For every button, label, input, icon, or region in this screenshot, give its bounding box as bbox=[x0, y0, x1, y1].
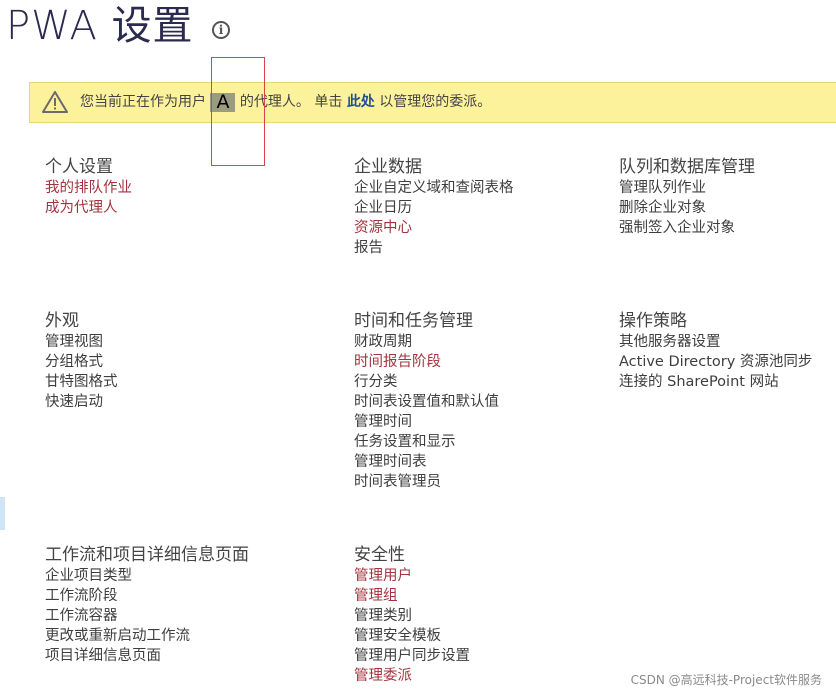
link-timesheet-managers[interactable]: 时间表管理员 bbox=[354, 472, 499, 492]
link-enterprise-custom-fields[interactable]: 企业自定义域和查阅表格 bbox=[354, 178, 514, 198]
link-administrative-time[interactable]: 管理时间 bbox=[354, 412, 499, 432]
info-icon[interactable]: i bbox=[212, 21, 230, 39]
link-manage-groups[interactable]: 管理组 bbox=[354, 586, 470, 606]
banner-text-after-link: 以管理您的委派。 bbox=[379, 94, 492, 110]
section-enterprise-data: 企业数据 企业自定义域和查阅表格 企业日历 资源中心 报告 bbox=[354, 156, 514, 258]
link-enterprise-project-types[interactable]: 企业项目类型 bbox=[45, 566, 249, 586]
link-reports[interactable]: 报告 bbox=[354, 238, 514, 258]
link-fiscal-periods[interactable]: 财政周期 bbox=[354, 332, 499, 352]
delegate-banner: 您当前正在作为用户 A 的代理人。 单击 此处 以管理您的委派。 bbox=[29, 82, 836, 123]
link-timesheet-settings[interactable]: 时间表设置值和默认值 bbox=[354, 392, 499, 412]
section-workflow: 工作流和项目详细信息页面 企业项目类型 工作流阶段 工作流容器 更改或重新启动工… bbox=[45, 544, 249, 666]
link-manage-categories[interactable]: 管理类别 bbox=[354, 606, 470, 626]
section-time-task: 时间和任务管理 财政周期 时间报告阶段 行分类 时间表设置值和默认值 管理时间 … bbox=[354, 310, 499, 492]
highlight-box bbox=[211, 57, 265, 166]
link-project-detail-pages[interactable]: 项目详细信息页面 bbox=[45, 646, 249, 666]
link-user-sync-settings[interactable]: 管理用户同步设置 bbox=[354, 646, 470, 666]
section-personal-settings: 个人设置 我的排队作业 成为代理人 bbox=[45, 156, 132, 218]
link-quick-launch[interactable]: 快速启动 bbox=[45, 392, 118, 412]
link-gantt-formats[interactable]: 甘特图格式 bbox=[45, 372, 118, 392]
section-title: 队列和数据库管理 bbox=[619, 157, 755, 177]
manage-delegation-link[interactable]: 此处 bbox=[347, 94, 375, 110]
link-enterprise-calendar[interactable]: 企业日历 bbox=[354, 198, 514, 218]
section-title: 企业数据 bbox=[354, 157, 422, 177]
link-manage-queue-jobs[interactable]: 管理队列作业 bbox=[619, 178, 755, 198]
link-manage-delegates[interactable]: 管理委派 bbox=[354, 666, 470, 686]
link-force-checkin[interactable]: 强制签入企业对象 bbox=[619, 218, 755, 238]
section-title: 时间和任务管理 bbox=[354, 311, 473, 331]
banner-text-before: 您当前正在作为用户 bbox=[80, 94, 206, 110]
scroll-indicator bbox=[0, 497, 5, 530]
page-title: PWA 设置 bbox=[6, 3, 194, 49]
link-additional-server-settings[interactable]: 其他服务器设置 bbox=[619, 332, 812, 352]
section-title: 安全性 bbox=[354, 545, 405, 565]
section-queue-database: 队列和数据库管理 管理队列作业 删除企业对象 强制签入企业对象 bbox=[619, 156, 755, 238]
section-title: 个人设置 bbox=[45, 157, 113, 177]
section-security: 安全性 管理用户 管理组 管理类别 管理安全模板 管理用户同步设置 管理委派 bbox=[354, 544, 470, 686]
link-manage-views[interactable]: 管理视图 bbox=[45, 332, 118, 352]
link-become-delegate[interactable]: 成为代理人 bbox=[45, 198, 132, 218]
link-task-settings[interactable]: 任务设置和显示 bbox=[354, 432, 499, 452]
watermark: CSDN @高远科技-Project软件服务 bbox=[630, 673, 822, 687]
link-my-queued-jobs[interactable]: 我的排队作业 bbox=[45, 178, 132, 198]
link-grouping-formats[interactable]: 分组格式 bbox=[45, 352, 118, 372]
link-ad-resource-pool-sync[interactable]: Active Directory 资源池同步 bbox=[619, 352, 812, 372]
section-title: 操作策略 bbox=[619, 311, 687, 331]
link-manage-security-templates[interactable]: 管理安全模板 bbox=[354, 626, 470, 646]
warning-icon bbox=[42, 91, 68, 113]
section-appearance: 外观 管理视图 分组格式 甘特图格式 快速启动 bbox=[45, 310, 118, 412]
link-line-classifications[interactable]: 行分类 bbox=[354, 372, 499, 392]
link-workflow-stages[interactable]: 工作流容器 bbox=[45, 606, 249, 626]
section-operational-policies: 操作策略 其他服务器设置 Active Directory 资源池同步 连接的 … bbox=[619, 310, 812, 392]
link-manage-users[interactable]: 管理用户 bbox=[354, 566, 470, 586]
banner-message: 您当前正在作为用户 A 的代理人。 单击 此处 以管理您的委派。 bbox=[80, 83, 491, 122]
link-connected-sharepoint-sites[interactable]: 连接的 SharePoint 网站 bbox=[619, 372, 812, 392]
link-change-restart-workflows[interactable]: 更改或重新启动工作流 bbox=[45, 626, 249, 646]
link-resource-center[interactable]: 资源中心 bbox=[354, 218, 514, 238]
link-delete-enterprise-objects[interactable]: 删除企业对象 bbox=[619, 198, 755, 218]
section-title: 外观 bbox=[45, 311, 79, 331]
link-workflow-phases[interactable]: 工作流阶段 bbox=[45, 586, 249, 606]
link-time-reporting-periods[interactable]: 时间报告阶段 bbox=[354, 352, 499, 372]
section-title: 工作流和项目详细信息页面 bbox=[45, 545, 249, 565]
link-manage-timesheets[interactable]: 管理时间表 bbox=[354, 452, 499, 472]
